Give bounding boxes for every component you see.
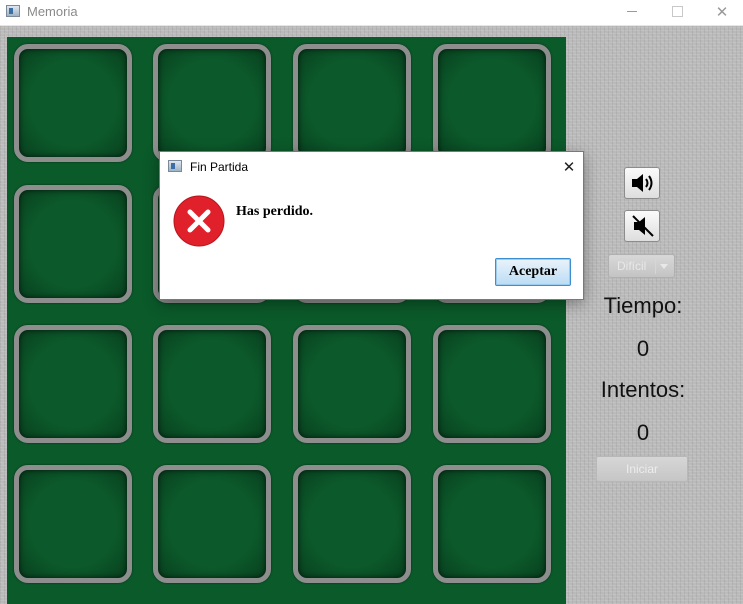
card-16[interactable] <box>433 465 551 583</box>
minimize-icon <box>627 11 637 12</box>
sound-on-button[interactable] <box>624 167 660 199</box>
dialog-message: Has perdido. <box>236 204 314 219</box>
card-4[interactable] <box>433 44 551 162</box>
card-board <box>7 37 566 604</box>
close-icon: ✕ <box>562 158 576 176</box>
sound-off-button[interactable] <box>624 210 660 242</box>
error-icon <box>173 195 225 247</box>
minimize-button[interactable] <box>609 0 655 26</box>
card-13[interactable] <box>14 465 132 583</box>
time-label: Tiempo: <box>603 293 683 318</box>
card-5[interactable] <box>14 185 132 303</box>
speaker-muted-icon <box>632 215 654 237</box>
difficulty-select[interactable]: Difícil <box>608 254 675 278</box>
card-12[interactable] <box>433 325 551 443</box>
game-over-dialog: Fin Partida ✕ Has perdido. Aceptar <box>159 151 584 300</box>
maximize-icon <box>671 6 683 17</box>
window-titlebar: Memoria ✕ <box>0 0 743 26</box>
card-1[interactable] <box>14 44 132 162</box>
java-window-icon <box>6 5 20 17</box>
chevron-down-icon <box>660 264 668 269</box>
card-3[interactable] <box>293 44 411 162</box>
card-10[interactable] <box>153 325 271 443</box>
card-15[interactable] <box>293 465 411 583</box>
speaker-on-icon <box>632 174 653 192</box>
accept-button[interactable]: Aceptar <box>495 258 571 286</box>
attempts-label: Intentos: <box>600 377 686 402</box>
card-11[interactable] <box>293 325 411 443</box>
dialog-window-icon <box>168 160 182 172</box>
close-window-button[interactable]: ✕ <box>699 0 743 26</box>
window-title: Memoria <box>27 4 78 19</box>
attempts-value: 0 <box>636 420 650 445</box>
select-separator <box>655 258 656 274</box>
maximize-button[interactable] <box>654 0 700 26</box>
card-9[interactable] <box>14 325 132 443</box>
card-14[interactable] <box>153 465 271 583</box>
card-2[interactable] <box>153 44 271 162</box>
difficulty-value: Difícil <box>617 259 647 273</box>
start-button[interactable]: Iniciar <box>596 456 688 482</box>
dialog-close-button[interactable]: ✕ <box>558 156 580 178</box>
time-value: 0 <box>636 336 650 361</box>
dialog-title: Fin Partida <box>190 160 249 174</box>
close-icon: ✕ <box>715 3 729 21</box>
